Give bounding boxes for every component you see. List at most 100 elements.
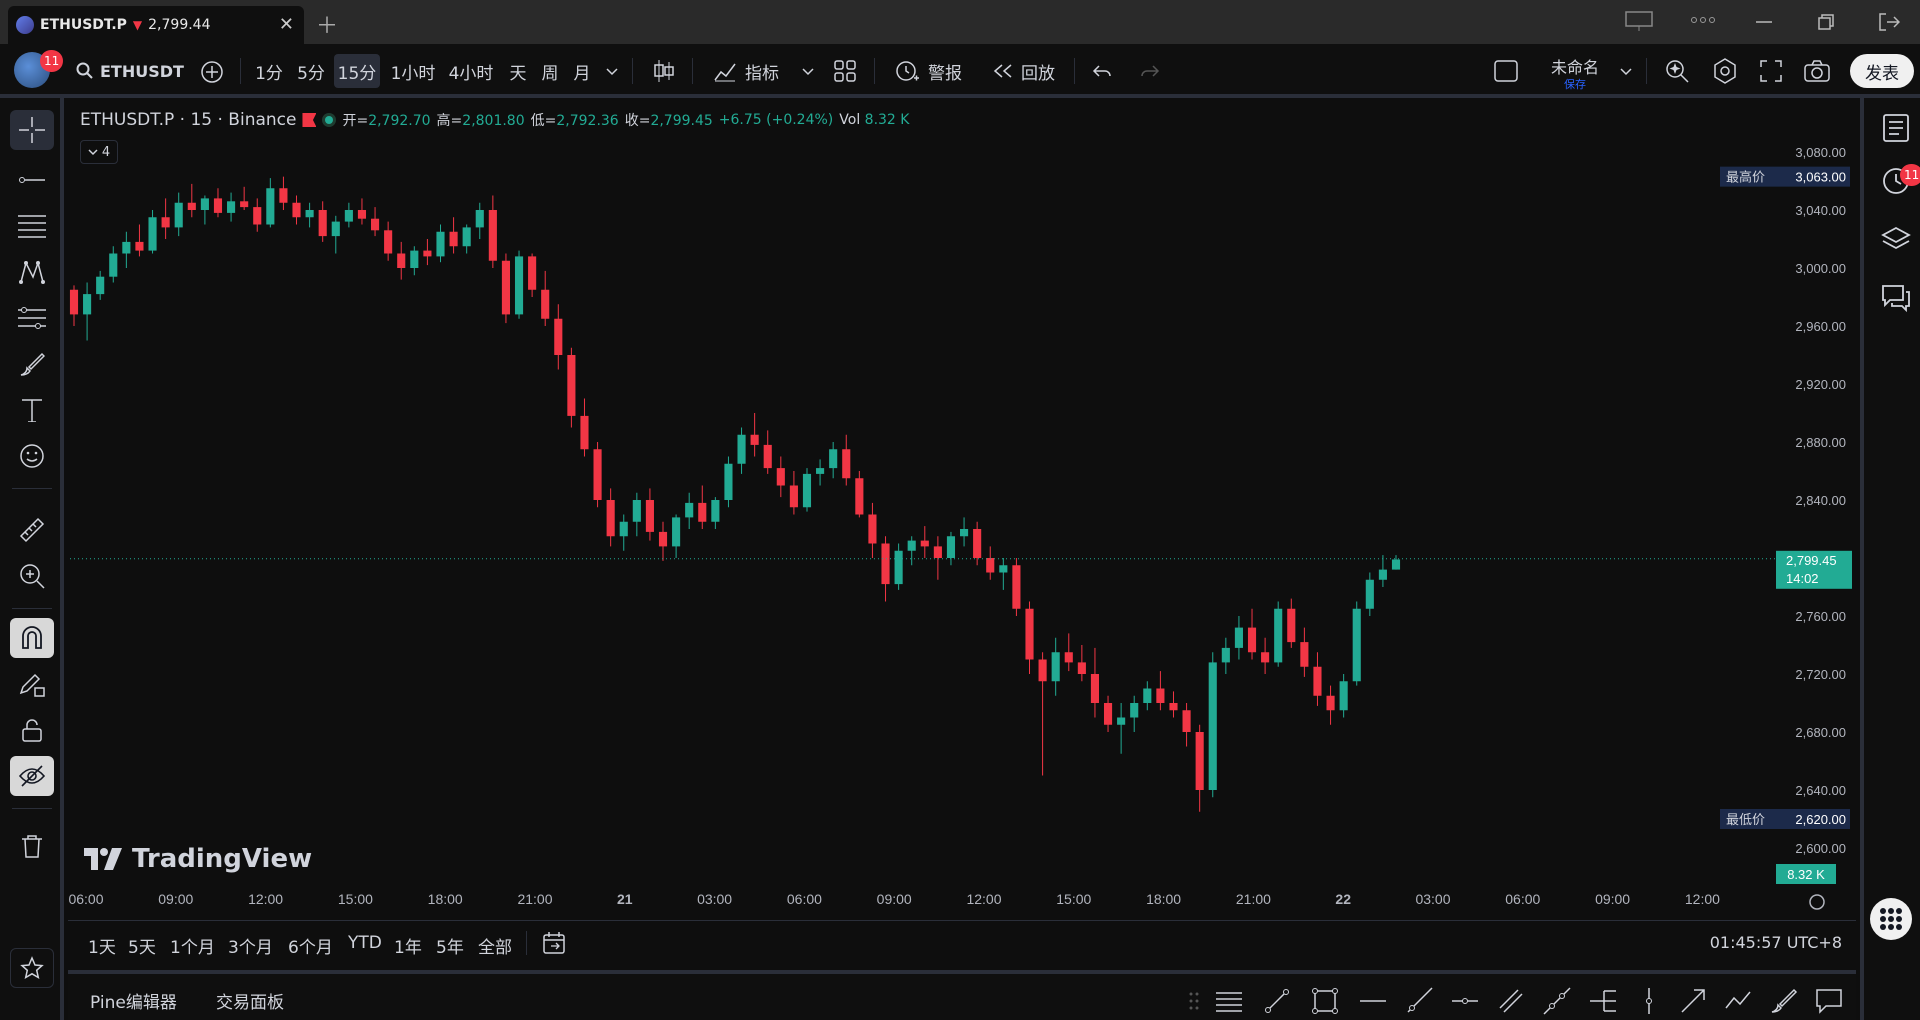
- chat-icon[interactable]: [1880, 282, 1912, 314]
- apps-grid-button[interactable]: [1870, 898, 1912, 940]
- chart-pane[interactable]: [68, 98, 1856, 966]
- range-ytd[interactable]: YTD: [348, 933, 382, 953]
- range-1m[interactable]: 1个月: [170, 933, 215, 958]
- restore-icon[interactable]: [1818, 14, 1834, 30]
- browser-tab[interactable]: ETHUSDT.P ▼ 2,799.44 ✕: [8, 6, 304, 44]
- interval-day[interactable]: 天: [504, 54, 532, 88]
- replay-button[interactable]: 回放: [986, 54, 1062, 88]
- publish-button[interactable]: 发表: [1850, 54, 1914, 88]
- interval-month[interactable]: 月: [568, 54, 596, 88]
- path-icon[interactable]: [1724, 986, 1754, 1016]
- range-1d[interactable]: 1天: [88, 933, 116, 958]
- arrow-icon[interactable]: [1678, 986, 1708, 1016]
- timezone-clock[interactable]: 01:45:57 UTC+8: [1710, 933, 1842, 952]
- undo-icon[interactable]: [1092, 64, 1112, 78]
- layouts-grid-icon[interactable]: [834, 60, 856, 82]
- alert-button[interactable]: 警报: [890, 54, 966, 88]
- compare-add-icon[interactable]: [200, 60, 224, 84]
- hide-drawings-tool[interactable]: [10, 756, 54, 796]
- range-3m[interactable]: 3个月: [228, 933, 273, 958]
- indicators-toggle-button[interactable]: 4: [80, 140, 118, 164]
- lock-all-tool[interactable]: [10, 710, 54, 750]
- favorites-tool[interactable]: [10, 948, 54, 988]
- layout-name-button[interactable]: 未命名 保存: [1540, 54, 1610, 92]
- chevron-down-icon[interactable]: [802, 68, 814, 76]
- interval-15m[interactable]: 15分: [334, 54, 380, 88]
- measure-tool[interactable]: [10, 510, 54, 550]
- single-layout-icon[interactable]: [1494, 60, 1518, 82]
- alarm-clock-icon: [896, 61, 919, 81]
- settings-gear-icon[interactable]: [1712, 58, 1738, 84]
- extended-line-icon[interactable]: [1542, 986, 1572, 1016]
- range-5d[interactable]: 5天: [128, 933, 156, 958]
- rewind-icon: [993, 64, 1012, 78]
- interval-4h[interactable]: 4小时: [446, 54, 496, 88]
- trend-line-tool[interactable]: [10, 160, 54, 200]
- tab-trading-panel[interactable]: 交易面板: [216, 988, 284, 1013]
- interval-1h[interactable]: 1小时: [388, 54, 438, 88]
- range-6m[interactable]: 6个月: [288, 933, 333, 958]
- pattern-tool[interactable]: [10, 252, 54, 292]
- legend-open: 开=2,792.70: [342, 113, 431, 129]
- chevron-down-icon[interactable]: [606, 68, 618, 76]
- interval-week[interactable]: 周: [536, 54, 564, 88]
- exit-icon[interactable]: [1878, 12, 1900, 32]
- fib-bottom-icon[interactable]: [1214, 986, 1244, 1016]
- vertical-line-icon[interactable]: [1634, 986, 1664, 1016]
- dots-grid-icon: [1880, 908, 1902, 930]
- horizontal-ray-icon[interactable]: [1358, 986, 1388, 1016]
- forecast-tool[interactable]: [10, 298, 54, 338]
- brush-icon: [20, 352, 45, 376]
- screen-icon[interactable]: [1624, 10, 1654, 32]
- text-tool[interactable]: [10, 390, 54, 430]
- new-tab-icon[interactable]: ＋: [316, 8, 338, 40]
- tab-pine-editor[interactable]: Pine编辑器: [90, 988, 177, 1013]
- magnet-tool[interactable]: [10, 618, 54, 658]
- camera-snapshot-icon[interactable]: [1804, 60, 1830, 82]
- legend-change: +6.75 (+0.24%): [718, 112, 834, 128]
- delete-drawings-tool[interactable]: [10, 826, 54, 866]
- interval-5m[interactable]: 5分: [292, 54, 330, 88]
- indicators-button[interactable]: 指标: [708, 54, 784, 88]
- drag-handle-icon[interactable]: [1180, 986, 1210, 1016]
- emoji-tool[interactable]: [10, 436, 54, 476]
- drawing-toolbar: [0, 98, 64, 1020]
- redo-icon[interactable]: [1140, 64, 1160, 78]
- interval-1m[interactable]: 1分: [250, 54, 288, 88]
- smiley-icon: [20, 444, 44, 468]
- go-to-date-icon[interactable]: [542, 931, 566, 955]
- bottom-panel-bar: Pine编辑器 交易面板: [68, 970, 1856, 1020]
- range-1y[interactable]: 1年: [394, 933, 422, 958]
- watermark-text: TradingView: [132, 844, 313, 874]
- crosshair-tool[interactable]: [10, 110, 54, 150]
- date-range-bar: 1天 5天 1个月 3个月 6个月 YTD 1年 5年 全部 01:45:57 …: [68, 920, 1856, 964]
- candles-chart-type-icon[interactable]: [652, 58, 676, 84]
- horizontal-line-icon[interactable]: [1450, 986, 1480, 1016]
- ray-icon[interactable]: [1404, 986, 1434, 1016]
- minimize-icon[interactable]: [1756, 20, 1772, 24]
- range-all[interactable]: 全部: [478, 933, 512, 958]
- fullscreen-icon[interactable]: [1760, 60, 1782, 82]
- tradingview-watermark: TradingView: [84, 844, 312, 874]
- layout-name: 未命名: [1550, 58, 1599, 77]
- watchlist-icon[interactable]: [1880, 112, 1912, 144]
- lock-drawing-tool[interactable]: [10, 664, 54, 704]
- flag-icon[interactable]: [302, 113, 317, 127]
- chevron-down-icon[interactable]: [1620, 68, 1632, 76]
- callout-icon[interactable]: [1814, 986, 1844, 1016]
- more-icon[interactable]: [1690, 14, 1716, 26]
- parallel-channel-icon[interactable]: [1496, 986, 1526, 1016]
- brush-tool[interactable]: [10, 344, 54, 384]
- fib-tool[interactable]: [10, 206, 54, 246]
- symbol-search-button[interactable]: ETHUSDT: [76, 54, 186, 88]
- range-5y[interactable]: 5年: [436, 933, 464, 958]
- rectangle-icon[interactable]: [1310, 986, 1340, 1016]
- zoom-tool[interactable]: [10, 556, 54, 596]
- quick-search-icon[interactable]: [1664, 58, 1690, 84]
- trend-line-bottom-icon[interactable]: [1262, 986, 1292, 1016]
- brush-bottom-icon[interactable]: [1770, 986, 1800, 1016]
- chart-legend: ETHUSDT.P · 15 · Binance 开=2,792.70 高=2,…: [80, 110, 909, 130]
- layers-icon[interactable]: [1880, 224, 1912, 256]
- pitchfork-icon[interactable]: [1588, 986, 1618, 1016]
- close-tab-icon[interactable]: ✕: [279, 14, 294, 35]
